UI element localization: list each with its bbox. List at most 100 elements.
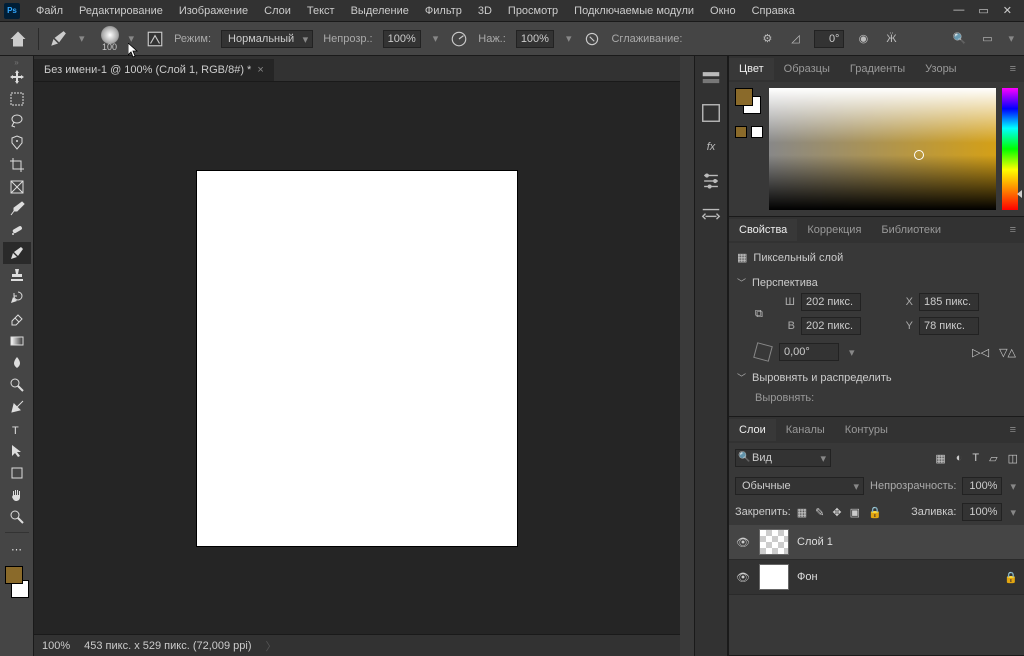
lock-icon[interactable]: 🔒 — [1004, 571, 1018, 584]
blend-mode-select[interactable]: Нормальный — [221, 30, 313, 48]
chevron-down-icon[interactable]: ▾ — [127, 32, 137, 45]
menu-file[interactable]: Файл — [28, 3, 71, 19]
document-tab[interactable]: Без имени-1 @ 100% (Слой 1, RGB/8#) * × — [34, 59, 274, 81]
tab-channels[interactable]: Каналы — [776, 419, 835, 441]
frame-tool[interactable] — [3, 176, 31, 198]
blur-tool[interactable] — [3, 352, 31, 374]
recent-color-2[interactable] — [751, 126, 763, 138]
tab-adjustments[interactable]: Коррекция — [797, 219, 871, 241]
menu-select[interactable]: Выделение — [343, 3, 417, 19]
lock-transparent-icon[interactable]: ▦ — [797, 506, 807, 519]
filter-adjust-icon[interactable]: ◐ — [956, 452, 963, 465]
flip-v-icon[interactable]: ▽△ — [999, 346, 1016, 359]
flow-input[interactable]: 100% — [516, 30, 554, 48]
y-input[interactable] — [919, 317, 979, 335]
opacity-input[interactable]: 100% — [383, 30, 421, 48]
width-input[interactable] — [801, 293, 861, 311]
layer-thumbnail[interactable] — [759, 564, 789, 590]
lock-all-icon[interactable]: 🔒 — [868, 506, 882, 519]
layer-thumbnail[interactable] — [759, 529, 789, 555]
fg-swatch[interactable] — [735, 88, 753, 106]
lasso-tool[interactable] — [3, 110, 31, 132]
stamp-tool[interactable] — [3, 264, 31, 286]
filter-shape-icon[interactable]: ▱ — [989, 452, 997, 465]
visibility-icon[interactable]: 👁 — [735, 571, 751, 584]
color-swatches-tool[interactable] — [3, 566, 31, 598]
canvas[interactable] — [197, 171, 517, 546]
pressure-size-icon[interactable]: ◉ — [854, 30, 872, 48]
pen-tool[interactable] — [3, 396, 31, 418]
symmetry-icon[interactable]: Ӝ — [882, 30, 900, 48]
gear-icon[interactable]: ⚙ — [758, 30, 776, 48]
panel-menu-icon[interactable]: ≡ — [1002, 420, 1024, 440]
brush-settings-icon[interactable] — [146, 30, 164, 48]
lock-artboard-icon[interactable]: ▣ — [850, 506, 860, 519]
panel-menu-icon[interactable]: ≡ — [1002, 220, 1024, 240]
airbrush-icon[interactable] — [583, 30, 601, 48]
home-button[interactable] — [8, 29, 28, 49]
menu-window[interactable]: Окно — [702, 3, 744, 19]
chevron-down-icon[interactable]: ▾ — [431, 32, 441, 45]
healing-tool[interactable] — [3, 220, 31, 242]
eraser-tool[interactable] — [3, 308, 31, 330]
chevron-down-icon[interactable]: ▾ — [564, 32, 574, 45]
layer-filter-select[interactable]: Вид — [735, 449, 831, 467]
layer-row[interactable]: 👁 Фон 🔒 — [729, 560, 1024, 595]
foreground-color-swatch[interactable] — [5, 566, 23, 584]
window-maximize-icon[interactable]: ▭ — [978, 4, 988, 17]
hand-tool[interactable] — [3, 484, 31, 506]
menu-layers[interactable]: Слои — [256, 3, 299, 19]
layer-name[interactable]: Слой 1 — [797, 536, 833, 548]
layer-name[interactable]: Фон — [797, 571, 818, 583]
workspace-icon[interactable]: ▭ — [978, 30, 996, 48]
history-panel-icon[interactable] — [700, 68, 722, 90]
panel-menu-icon[interactable]: ≡ — [1002, 59, 1024, 79]
menu-text[interactable]: Текст — [299, 3, 343, 19]
filter-type-icon[interactable]: T — [972, 452, 979, 465]
paragraph-panel-icon[interactable] — [700, 204, 722, 226]
angle-input[interactable] — [779, 343, 839, 361]
edit-toolbar-icon[interactable]: ⋯ — [3, 538, 31, 560]
pressure-opacity-icon[interactable] — [450, 30, 468, 48]
tab-properties[interactable]: Свойства — [729, 219, 797, 241]
chevron-down-icon[interactable]: ▾ — [1006, 32, 1016, 45]
filter-smart-icon[interactable]: ◫ — [1008, 452, 1018, 465]
menu-view[interactable]: Просмотр — [500, 3, 566, 19]
layer-opacity-input[interactable]: 100% — [962, 477, 1002, 495]
fill-input[interactable]: 100% — [962, 503, 1002, 521]
height-input[interactable] — [801, 317, 861, 335]
tab-patterns[interactable]: Узоры — [915, 58, 966, 80]
marquee-tool[interactable] — [3, 88, 31, 110]
tab-gradients[interactable]: Градиенты — [840, 58, 915, 80]
type-tool[interactable]: T — [3, 418, 31, 440]
tab-swatches[interactable]: Образцы — [774, 58, 840, 80]
search-icon[interactable]: 🔍 — [950, 30, 968, 48]
color-picker-field[interactable] — [769, 88, 996, 210]
dodge-tool[interactable] — [3, 374, 31, 396]
menu-help[interactable]: Справка — [744, 3, 803, 19]
brush-tool[interactable] — [3, 242, 31, 264]
tab-libraries[interactable]: Библиотеки — [871, 219, 951, 241]
lock-position-icon[interactable]: ✥ — [832, 506, 841, 519]
recent-color-1[interactable] — [735, 126, 747, 138]
menu-image[interactable]: Изображение — [171, 3, 256, 19]
character-panel-icon[interactable] — [700, 102, 722, 124]
brush-angle-input[interactable]: 0° — [814, 30, 844, 48]
lock-paint-icon[interactable]: ✎ — [815, 506, 824, 519]
canvas-area[interactable] — [34, 82, 680, 634]
path-select-tool[interactable] — [3, 440, 31, 462]
history-brush-tool[interactable] — [3, 286, 31, 308]
visibility-icon[interactable]: 👁 — [735, 536, 751, 549]
hue-slider[interactable] — [1002, 88, 1018, 210]
tab-paths[interactable]: Контуры — [835, 419, 898, 441]
blend-mode-select[interactable]: Обычные — [735, 477, 864, 495]
close-icon[interactable]: × — [257, 64, 263, 76]
zoom-tool[interactable] — [3, 506, 31, 528]
brush-preset-picker[interactable]: 100 ▾ — [97, 26, 137, 52]
zoom-level[interactable]: 100% — [42, 640, 70, 652]
eyedropper-tool[interactable] — [3, 198, 31, 220]
chevron-down-icon[interactable]: ▾ — [77, 32, 87, 45]
align-section[interactable]: ﹀Выровнять и распределить — [737, 367, 1016, 388]
shape-tool[interactable] — [3, 462, 31, 484]
x-input[interactable] — [919, 293, 979, 311]
